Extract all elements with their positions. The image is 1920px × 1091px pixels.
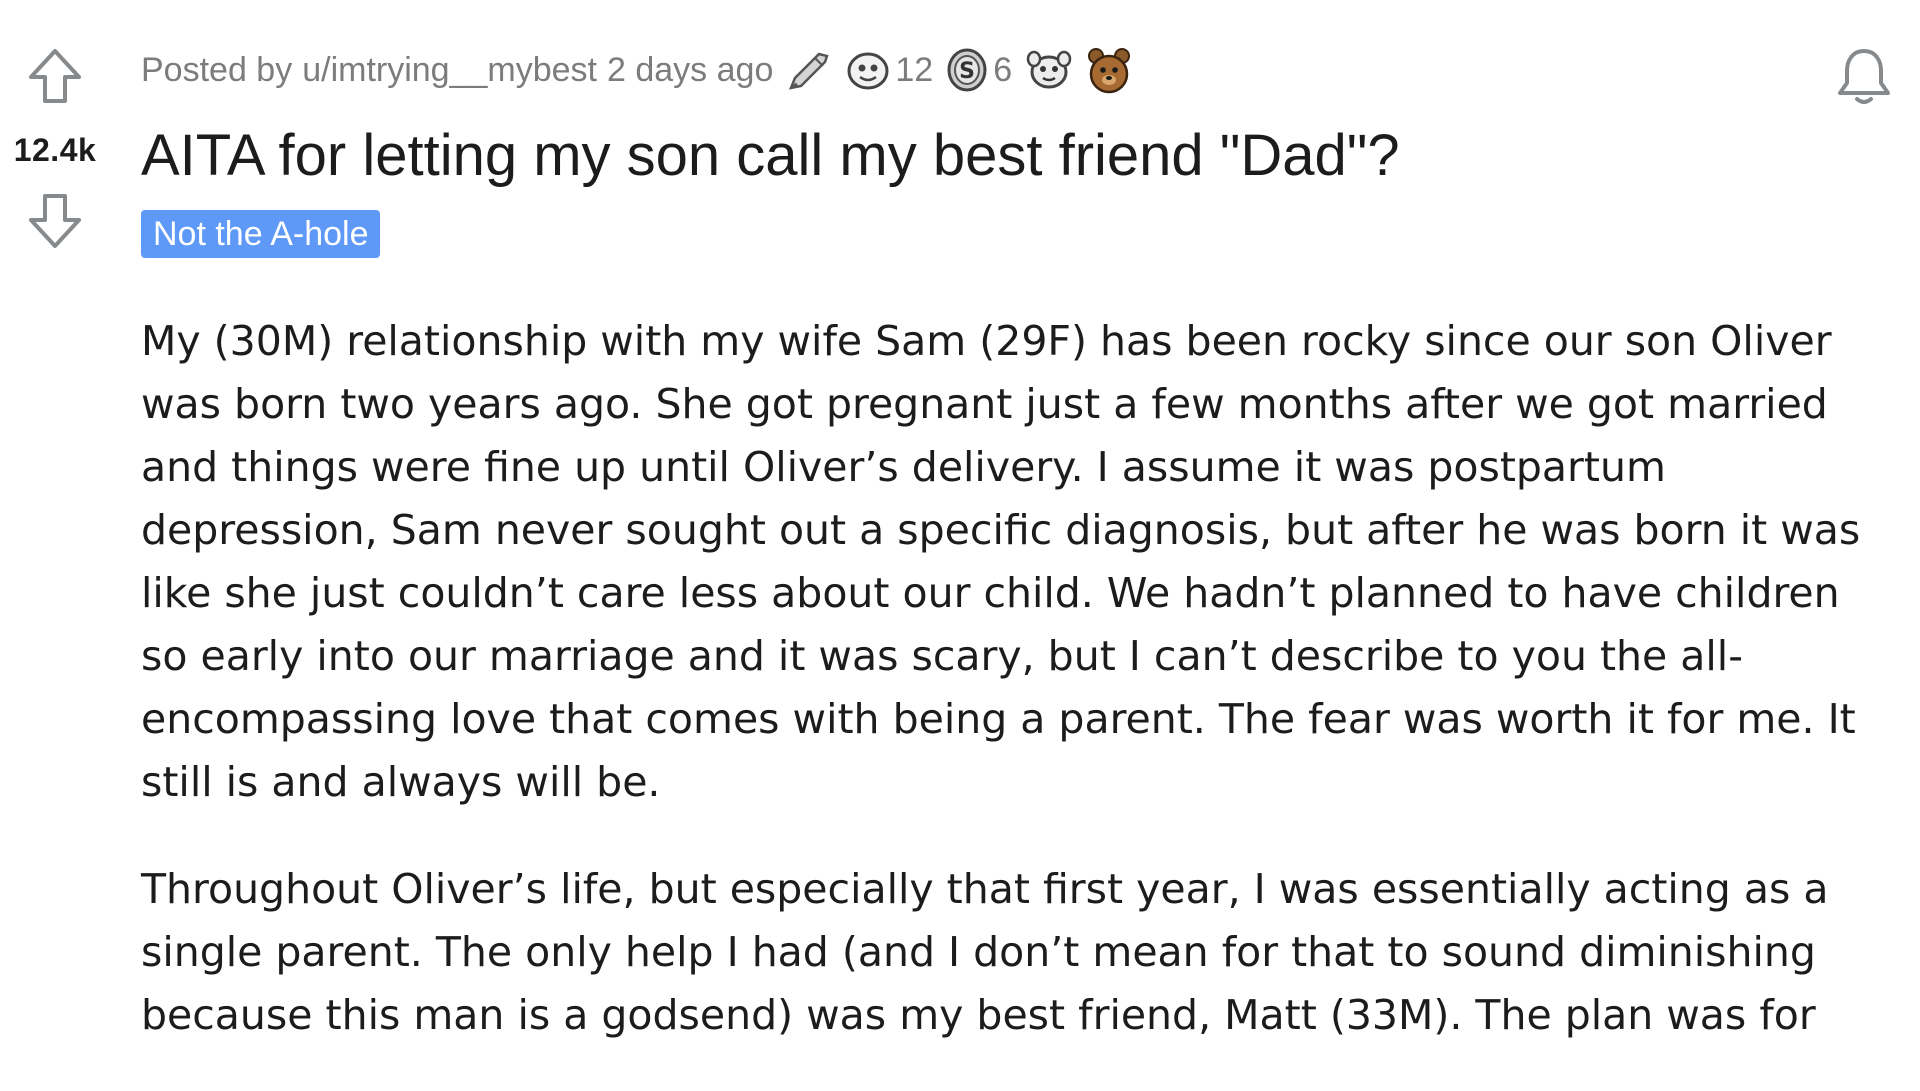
award-count-silver: 6 [993,50,1013,89]
downvote-arrow-icon [29,194,81,248]
posted-by-label: Posted by [141,50,293,89]
post-paragraph: My (30M) relationship with my wife Sam (… [141,317,1861,806]
award-bear[interactable] [1086,46,1132,94]
award-helpful[interactable] [845,47,891,93]
award-wholesome[interactable] [1024,47,1074,93]
upvote-button[interactable] [25,46,85,106]
bear-award-icon [1088,48,1131,94]
vote-column: 12.4k [0,46,110,251]
post-container: Posted by u/imtrying__mybest 2 days ago … [141,46,1881,1091]
post-meta: Posted by u/imtrying__mybest 2 days ago … [141,46,1881,94]
silver-coin-award-icon: S [947,48,987,92]
svg-text:S: S [959,59,975,84]
helpful-award-icon [847,52,889,90]
author-link[interactable]: u/imtrying__mybest [302,51,597,90]
post-title[interactable]: AITA for letting my son call my best fri… [141,124,1881,188]
vote-count: 12.4k [13,132,97,168]
wholesome-award-icon [1026,50,1072,89]
post-flair[interactable]: Not the A-hole [141,210,381,258]
post-body: My (30M) relationship with my wife Sam (… [141,310,1881,1047]
award-count-helpful: 12 [895,50,934,89]
post-paragraph: Throughout Oliver’s life, but especially… [141,865,1829,1039]
upvote-arrow-icon [29,49,81,103]
downvote-button[interactable] [25,191,85,251]
award-rocket-like[interactable] [785,48,833,92]
award-silver[interactable]: S [945,47,989,93]
post-timestamp[interactable]: 2 days ago [607,51,773,90]
rocket-like-award-icon [789,52,829,90]
